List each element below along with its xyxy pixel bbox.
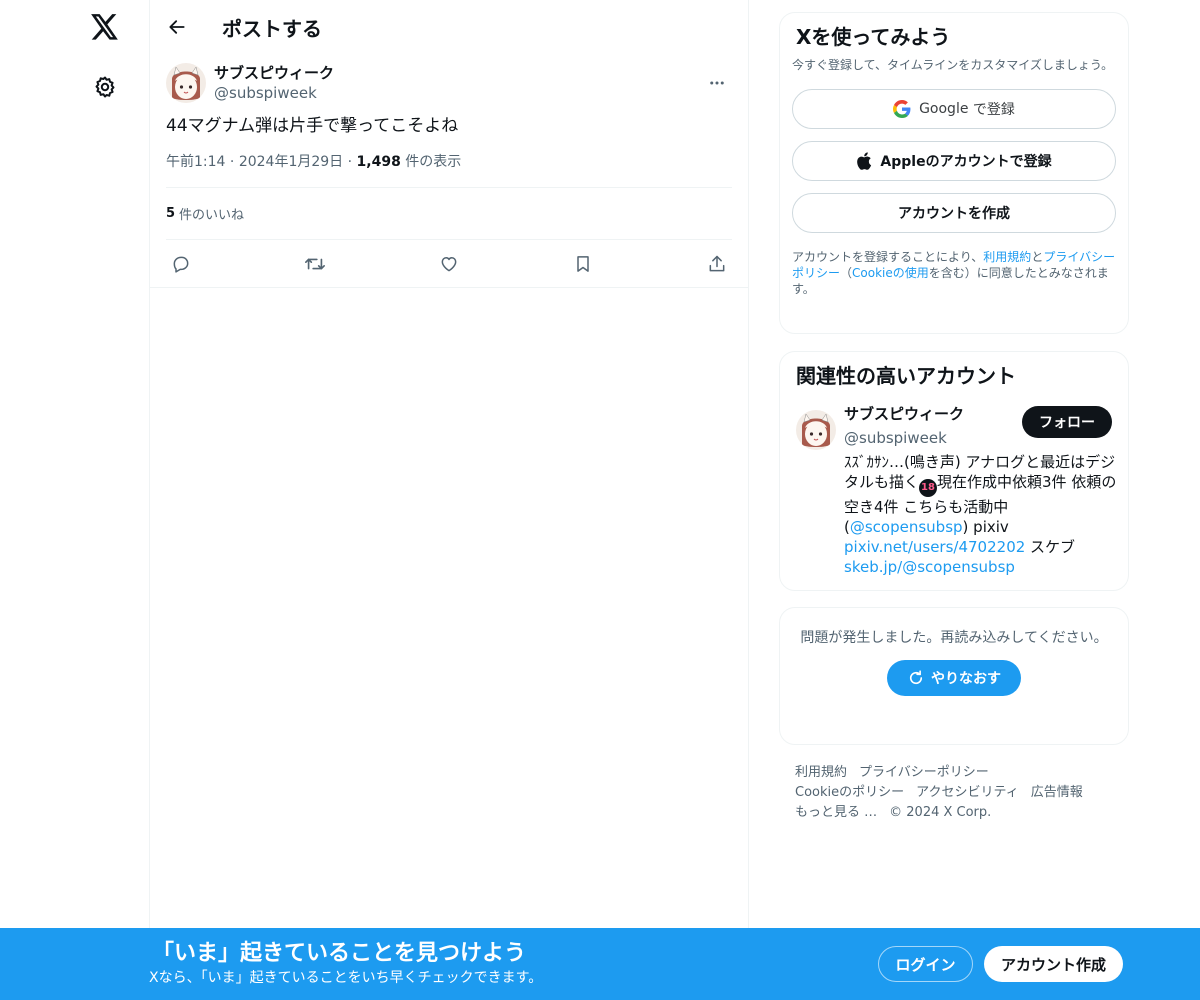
follow-button[interactable]: フォロー <box>1022 406 1112 438</box>
apple-signup-button[interactable]: Appleのアカウントで登録 <box>792 141 1116 181</box>
meta-separator: · <box>347 154 357 170</box>
footer-row: もっと見る … © 2024 X Corp. <box>795 803 1113 823</box>
bio-skeb-link[interactable]: skeb.jp/@scopensubsp <box>844 558 1015 576</box>
footer-link-accessibility[interactable]: アクセシビリティ <box>916 785 1019 800</box>
related-user[interactable]: サブスピウィーク @subspiweek フォロー ｽｽﾞｶｻﾝ…(鳴き声) ア… <box>796 405 1116 577</box>
related-title: 関連性の高いアカウント <box>796 364 1016 388</box>
cookie-link[interactable]: Cookieの使用 <box>852 266 929 280</box>
avatar[interactable] <box>166 63 206 103</box>
related-user-top: サブスピウィーク @subspiweek フォロー <box>844 405 1112 448</box>
avatar[interactable] <box>796 410 836 450</box>
like-icon[interactable] <box>438 253 460 275</box>
related-user-name[interactable]: サブスピウィーク <box>844 404 964 424</box>
likes-label: 件のいいね <box>179 208 245 223</box>
google-suffix-text: で登録 <box>972 102 1015 118</box>
banner-title: 「いま」起きていることを見つけよう <box>152 941 527 966</box>
views-label: 件の表示 <box>405 154 462 170</box>
likes-count: 5 <box>166 206 176 221</box>
post-text: 44マグナム弾は片手で撃ってこそよね <box>166 116 459 136</box>
post-actions <box>150 240 748 288</box>
bio-pixiv-link[interactable]: pixiv.net/users/4702202 <box>844 538 1025 556</box>
create-account-button[interactable]: アカウントを作成 <box>792 193 1116 233</box>
signup-banner: 「いま」起きていることを見つけよう Xなら、「いま」起きていることをいち早くチェ… <box>0 928 1200 1000</box>
top-bar: ポストする <box>150 0 748 54</box>
footer-link-privacy[interactable]: プライバシーポリシー <box>859 765 989 780</box>
related-user-bio: ｽｽﾞｶｻﾝ…(鳴き声) アナログと最近はデジタルも描く 18 現在作成中依頼3件 … <box>844 452 1120 577</box>
post-author: サブスピウィーク @subspiweek <box>214 63 700 103</box>
apple-label: Appleのアカウントで登録 <box>880 154 1052 170</box>
footer-link-ads[interactable]: 広告情報 <box>1031 785 1083 800</box>
google-signup-button[interactable]: Google で登録 <box>792 89 1116 129</box>
author-name[interactable]: サブスピウィーク <box>214 63 700 83</box>
bio-text: スケブ <box>1025 538 1076 556</box>
terms-link[interactable]: 利用規約 <box>983 250 1031 264</box>
apple-icon <box>856 152 872 170</box>
post-date[interactable]: 2024年1月29日 <box>239 154 343 170</box>
signup-card: Xを使ってみよう 今すぐ登録して、タイムラインをカスタマイズしましょう。 Goo… <box>779 12 1129 334</box>
page-title: ポストする <box>222 16 322 41</box>
back-arrow-icon[interactable] <box>166 16 188 38</box>
post-meta: 午前1:14 · 2024年1月29日 · 1,498 件の表示 <box>166 152 732 188</box>
bio-mention-link[interactable]: @scopensubsp <box>850 518 963 536</box>
footer-link-terms[interactable]: 利用規約 <box>795 765 847 780</box>
footer-link-cookie[interactable]: Cookieのポリシー <box>795 785 904 800</box>
author-handle[interactable]: @subspiweek <box>214 83 700 103</box>
post-header: サブスピウィーク @subspiweek <box>166 62 732 104</box>
retry-button[interactable]: やりなおす <box>887 660 1021 696</box>
terms-paren: （ <box>840 266 853 280</box>
banner-create-account-button[interactable]: アカウント作成 <box>984 946 1123 982</box>
main-column: ポストする サブスピウィーク @subspiweek 44マグナム弾は片手で撃っ… <box>149 0 749 1000</box>
related-user-names: サブスピウィーク @subspiweek <box>844 405 964 448</box>
share-icon[interactable] <box>706 253 728 275</box>
signup-title: Xを使ってみよう <box>796 25 951 49</box>
meta-separator: · <box>229 154 239 170</box>
login-button[interactable]: ログイン <box>878 946 973 982</box>
footer-row: 利用規約 プライバシーポリシー <box>795 763 1113 783</box>
related-user-handle[interactable]: @subspiweek <box>844 428 964 448</box>
retry-label: やりなおす <box>931 671 1001 687</box>
x-logo-icon[interactable] <box>84 6 126 48</box>
more-options-icon[interactable] <box>700 66 734 100</box>
repost-icon[interactable] <box>304 253 326 275</box>
google-label: Google <box>919 101 969 117</box>
gear-icon[interactable] <box>84 66 126 108</box>
related-accounts-card: 関連性の高いアカウント サブスピウィーク @subspiweek フォロー ｽｽ… <box>779 351 1129 591</box>
post-time[interactable]: 午前1:14 <box>166 154 225 170</box>
reply-icon[interactable] <box>170 253 192 275</box>
footer-link-more[interactable]: もっと見る … <box>795 805 877 820</box>
right-sidebar: Xを使ってみよう 今すぐ登録して、タイムラインをカスタマイズしましょう。 Goo… <box>779 12 1129 823</box>
left-nav <box>0 0 150 1000</box>
error-card: 問題が発生しました。再読み込みしてください。 やりなおす <box>779 607 1129 745</box>
terms-text: アカウントを登録することにより、利用規約とプライバシーポリシー（Cookieの使… <box>792 249 1116 297</box>
error-message: 問題が発生しました。再読み込みしてください。 <box>800 630 1108 646</box>
footer: 利用規約 プライバシーポリシー Cookieのポリシー アクセシビリティ 広告情報 も… <box>779 763 1129 823</box>
create-account-label: アカウントを作成 <box>898 206 1010 222</box>
terms-prefix: アカウントを登録することにより、 <box>792 250 984 264</box>
signup-description: 今すぐ登録して、タイムラインをカスタマイズしましょう。 <box>792 58 1114 72</box>
terms-and: と <box>1031 250 1044 264</box>
refresh-icon <box>909 670 923 685</box>
r18-badge-icon: 18 <box>919 479 938 497</box>
google-icon <box>893 100 911 118</box>
banner-subtitle: Xなら、「いま」起きていることをいち早くチェックできます。 <box>149 970 543 986</box>
bookmark-icon[interactable] <box>572 253 594 275</box>
views-count: 1,498 <box>356 154 401 170</box>
bio-text: ) pixiv <box>962 518 1009 536</box>
footer-row: Cookieのポリシー アクセシビリティ 広告情報 <box>795 783 1113 803</box>
related-user-body: サブスピウィーク @subspiweek フォロー ｽｽﾞｶｻﾝ…(鳴き声) ア… <box>844 405 1116 577</box>
footer-copyright: © 2024 X Corp. <box>889 805 992 820</box>
post: サブスピウィーク @subspiweek 44マグナム弾は片手で撃ってこそよね … <box>150 62 748 288</box>
post-likes[interactable]: 5 件のいいね <box>166 188 732 240</box>
